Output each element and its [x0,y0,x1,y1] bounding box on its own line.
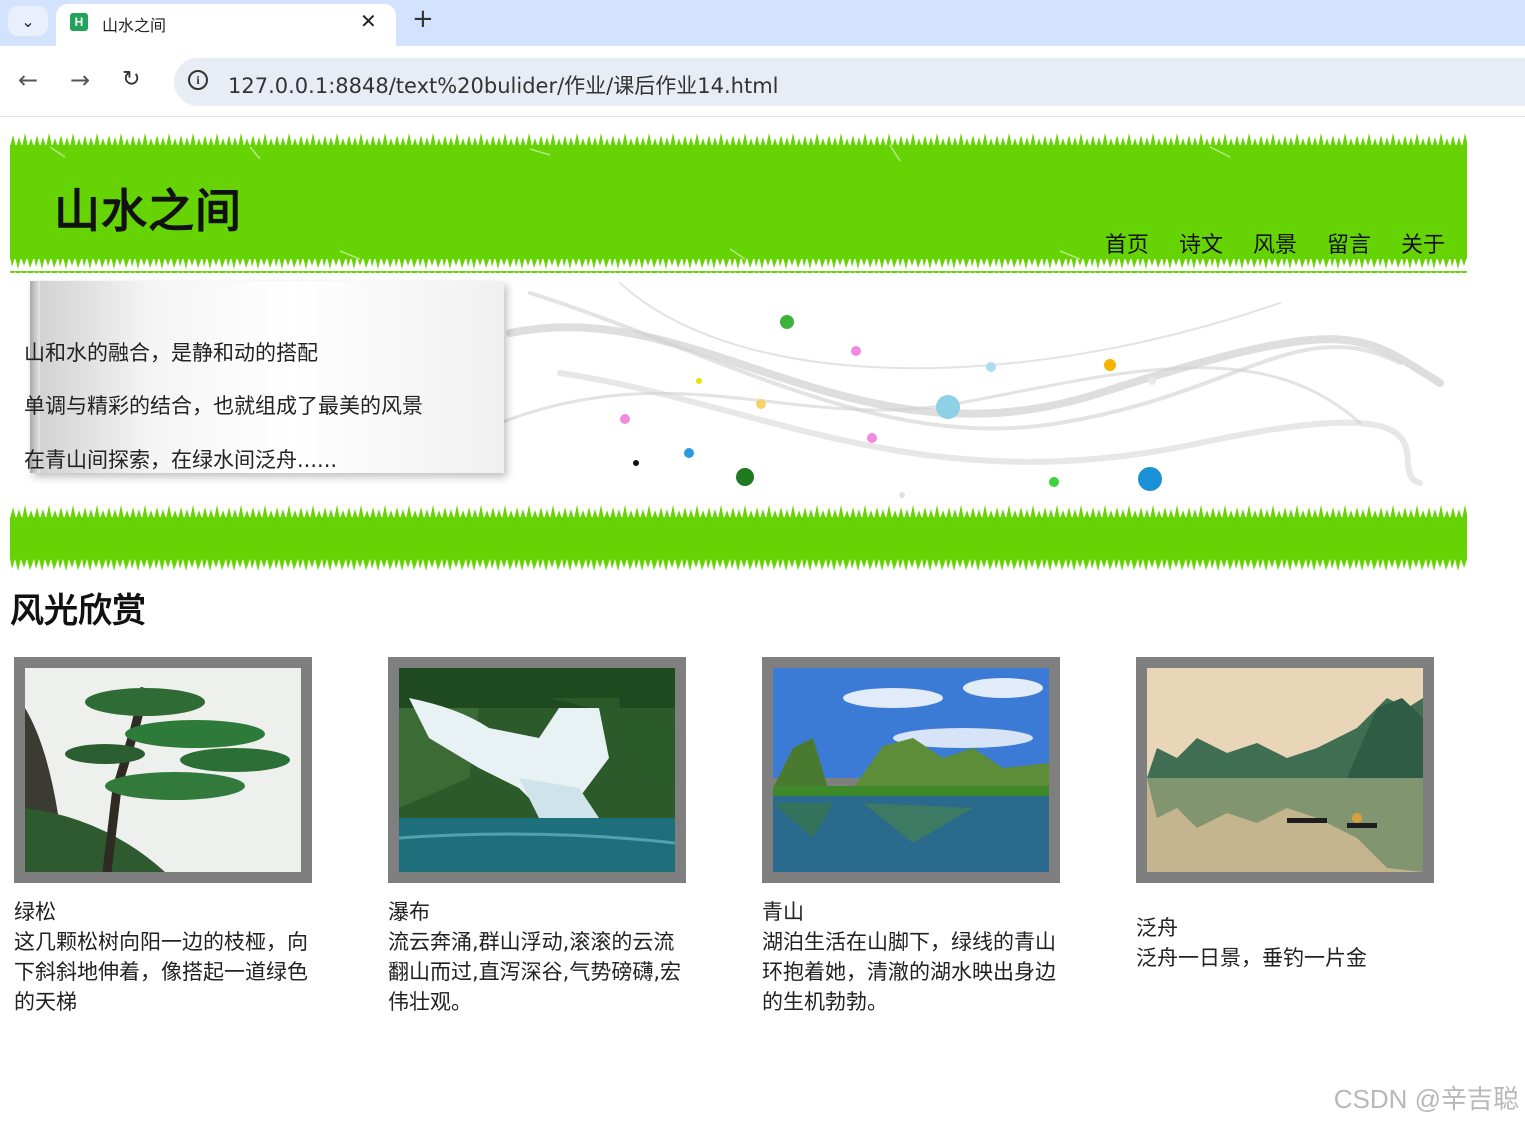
boating-photo [1147,668,1423,872]
nav-item-poems[interactable]: 诗文 [1179,227,1223,259]
card-title: 绿松 [14,900,56,924]
photo-frame[interactable] [388,657,686,883]
gallery-card: 绿松 这几颗松树向阳一边的枝桠，向下斜斜地伸着，像搭起一道绿色的天梯 [14,657,312,1017]
main-nav: 首页 诗文 风景 留言 关于 [1105,227,1445,259]
quote-card: 山和水的融合，是静和动的搭配 单调与精彩的结合，也就组成了最美的风景 在青山间探… [24,281,504,473]
card-description: 湖泊生活在山脚下，绿线的青山环抱着她，清澈的湖水映出身边的生机勃勃。 [762,930,1056,1014]
reload-icon[interactable]: ↻ [122,67,140,92]
tab-title: 山水之间 [102,16,167,35]
plus-icon[interactable]: + [412,4,434,34]
close-icon[interactable]: ✕ [360,9,377,33]
browser-tab-bar: ⌄ H 山水之间 ✕ + [0,0,1525,46]
banner-line-3: 在青山间探索，在绿水间泛舟...... [24,448,338,472]
banner-line-2: 单调与精彩的结合，也就组成了最美的风景 [24,394,423,418]
nav-item-about[interactable]: 关于 [1401,227,1445,259]
nav-item-messages[interactable]: 留言 [1327,227,1371,259]
section-title: 风光欣赏 [10,591,146,631]
banner-line-1: 山和水的融合，是静和动的搭配 [24,341,318,365]
nav-item-home[interactable]: 首页 [1105,227,1149,259]
grass-texture [10,503,1467,571]
banner-decoration [500,282,1444,498]
waterfall-photo [399,668,675,872]
watermark: CSDN @辛吉聪 [1333,1084,1519,1114]
site-header: 山水之间 首页 诗文 风景 留言 关于 [10,131,1467,273]
photo-frame[interactable] [14,657,312,883]
nav-item-scenery[interactable]: 风景 [1253,227,1297,259]
photo-frame[interactable] [762,657,1060,883]
chevron-down-icon[interactable]: ⌄ [8,6,48,36]
gallery: 绿松 这几颗松树向阳一边的枝桠，向下斜斜地伸着，像搭起一道绿色的天梯 瀑布 流云… [14,657,1474,1037]
green-mountain-photo [773,668,1049,872]
card-title: 瀑布 [388,900,430,924]
card-title: 泛舟 [1136,916,1178,940]
hbuilder-icon: H [70,13,88,31]
pine-photo [25,668,301,872]
photo-frame[interactable] [1136,657,1434,883]
url-text[interactable]: 127.0.0.1:8848/text%20bulider/作业/课后作业14.… [228,70,778,100]
info-icon[interactable]: i [188,70,208,90]
browser-toolbar: ← → ↻ i 127.0.0.1:8848/text%20bulider/作业… [0,46,1525,117]
browser-tab[interactable]: H 山水之间 ✕ [56,4,396,46]
arrow-left-icon[interactable]: ← [18,66,38,94]
web-page: 山水之间 首页 诗文 风景 留言 关于 山和水的融合，是静和动的搭配 单调与精彩… [0,117,1525,1122]
card-description: 泛舟一日景，垂钓一片金 [1136,946,1367,970]
green-band [10,503,1467,571]
site-title: 山水之间 [54,184,242,238]
card-title: 青山 [762,900,804,924]
address-bar[interactable]: i 127.0.0.1:8848/text%20bulider/作业/课后作业1… [174,58,1525,106]
gallery-card: 瀑布 流云奔涌,群山浮动,滚滚的云流翻山而过,直泻深谷,气势磅礴,宏伟壮观。 [388,657,686,1017]
card-description: 流云奔涌,群山浮动,滚滚的云流翻山而过,直泻深谷,气势磅礴,宏伟壮观。 [388,930,682,1014]
gallery-card: 泛舟 泛舟一日景，垂钓一片金 [1136,657,1434,973]
arrow-right-icon[interactable]: → [70,66,90,94]
gallery-card: 青山 湖泊生活在山脚下，绿线的青山环抱着她，清澈的湖水映出身边的生机勃勃。 [762,657,1060,1017]
card-description: 这几颗松树向阳一边的枝桠，向下斜斜地伸着，像搭起一道绿色的天梯 [14,930,308,1014]
hero-banner: 山和水的融合，是静和动的搭配 单调与精彩的结合，也就组成了最美的风景 在青山间探… [10,273,1467,503]
